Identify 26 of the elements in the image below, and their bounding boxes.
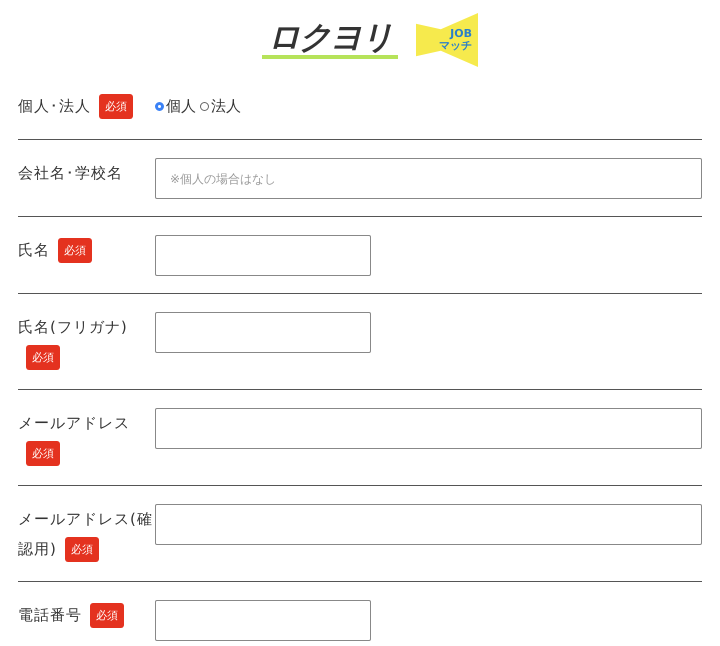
input-field[interactable] <box>155 504 702 545</box>
required-badge: 必須 <box>64 537 99 562</box>
required-badge: 必須 <box>58 238 92 264</box>
field-label: 個人･法人 <box>18 97 91 115</box>
field-label: 氏名(フリガナ) <box>18 318 128 336</box>
field-label: 認用) <box>18 540 57 558</box>
radio-option[interactable]: 法人 <box>200 91 241 121</box>
field-label: メールアドレス <box>18 414 130 432</box>
field-label: メールアドレス(確 <box>18 510 153 528</box>
field-label: 会社名･学校名 <box>18 164 123 182</box>
required-badge: 必須 <box>99 94 133 120</box>
input-field[interactable] <box>155 408 702 449</box>
radio-option[interactable]: 個人 <box>155 91 196 121</box>
input-field[interactable]: ※個人の場合はなし <box>155 158 702 199</box>
required-badge: 必須 <box>90 603 124 628</box>
field-label: 氏名 <box>18 241 50 259</box>
logo-wordmark: ロクヨリ <box>262 21 398 59</box>
job-match-logo: JOB マッチ <box>416 13 478 67</box>
required-badge: 必須 <box>26 441 60 466</box>
input-field[interactable] <box>155 235 371 276</box>
input-field[interactable] <box>155 312 371 353</box>
field-label: 電話番号 <box>18 606 82 624</box>
radio-icon[interactable] <box>200 102 209 110</box>
radio-icon[interactable] <box>155 102 164 110</box>
input-field[interactable] <box>155 600 371 641</box>
required-badge: 必須 <box>26 345 60 370</box>
